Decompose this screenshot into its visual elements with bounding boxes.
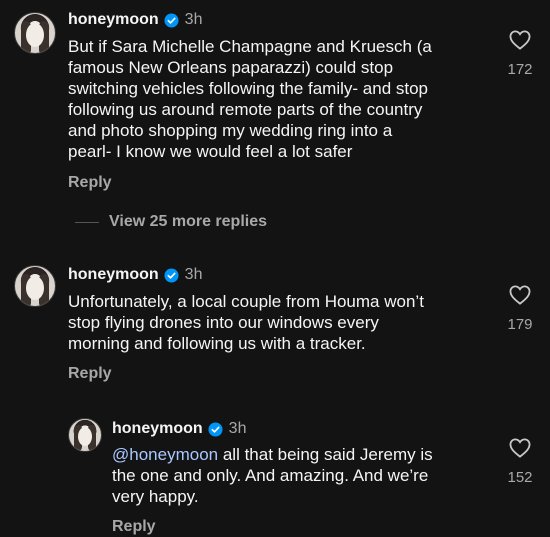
view-more-replies[interactable]: View 25 more replies	[75, 213, 267, 231]
verified-badge-icon	[164, 267, 179, 283]
verified-badge-icon	[208, 421, 223, 437]
avatar[interactable]	[68, 418, 102, 452]
like-button[interactable]: 172	[500, 30, 540, 78]
username[interactable]: honeymoon	[68, 266, 159, 284]
timestamp: 3h	[184, 266, 203, 283]
like-count: 152	[507, 469, 533, 486]
like-button[interactable]: 179	[500, 285, 540, 333]
mention-link[interactable]: @honeymoon	[112, 445, 218, 464]
reply-button[interactable]: Reply	[112, 518, 156, 536]
username[interactable]: honeymoon	[112, 420, 203, 438]
heart-outline-icon	[509, 438, 531, 458]
timestamp: 3h	[184, 11, 203, 28]
reply-button[interactable]: Reply	[68, 365, 112, 383]
like-button[interactable]: 152	[500, 438, 540, 486]
heart-outline-icon	[509, 285, 531, 305]
avatar[interactable]	[14, 265, 56, 307]
timestamp: 3h	[228, 420, 247, 437]
like-count: 179	[507, 316, 533, 333]
comment-text: @honeymoon all that being said Jeremy is…	[112, 445, 433, 506]
view-more-replies-label: View 25 more replies	[109, 213, 268, 230]
username[interactable]: honeymoon	[68, 11, 159, 29]
avatar[interactable]	[14, 12, 56, 54]
like-count: 172	[507, 61, 533, 78]
divider-line	[75, 221, 99, 223]
verified-badge-icon	[164, 12, 179, 28]
comment-text: But if Sara Michelle Champagne and Krues…	[68, 37, 432, 161]
reply-button[interactable]: Reply	[68, 174, 112, 192]
heart-outline-icon	[509, 30, 531, 50]
comment-text: Unfortunately, a local couple from Houma…	[68, 292, 424, 353]
